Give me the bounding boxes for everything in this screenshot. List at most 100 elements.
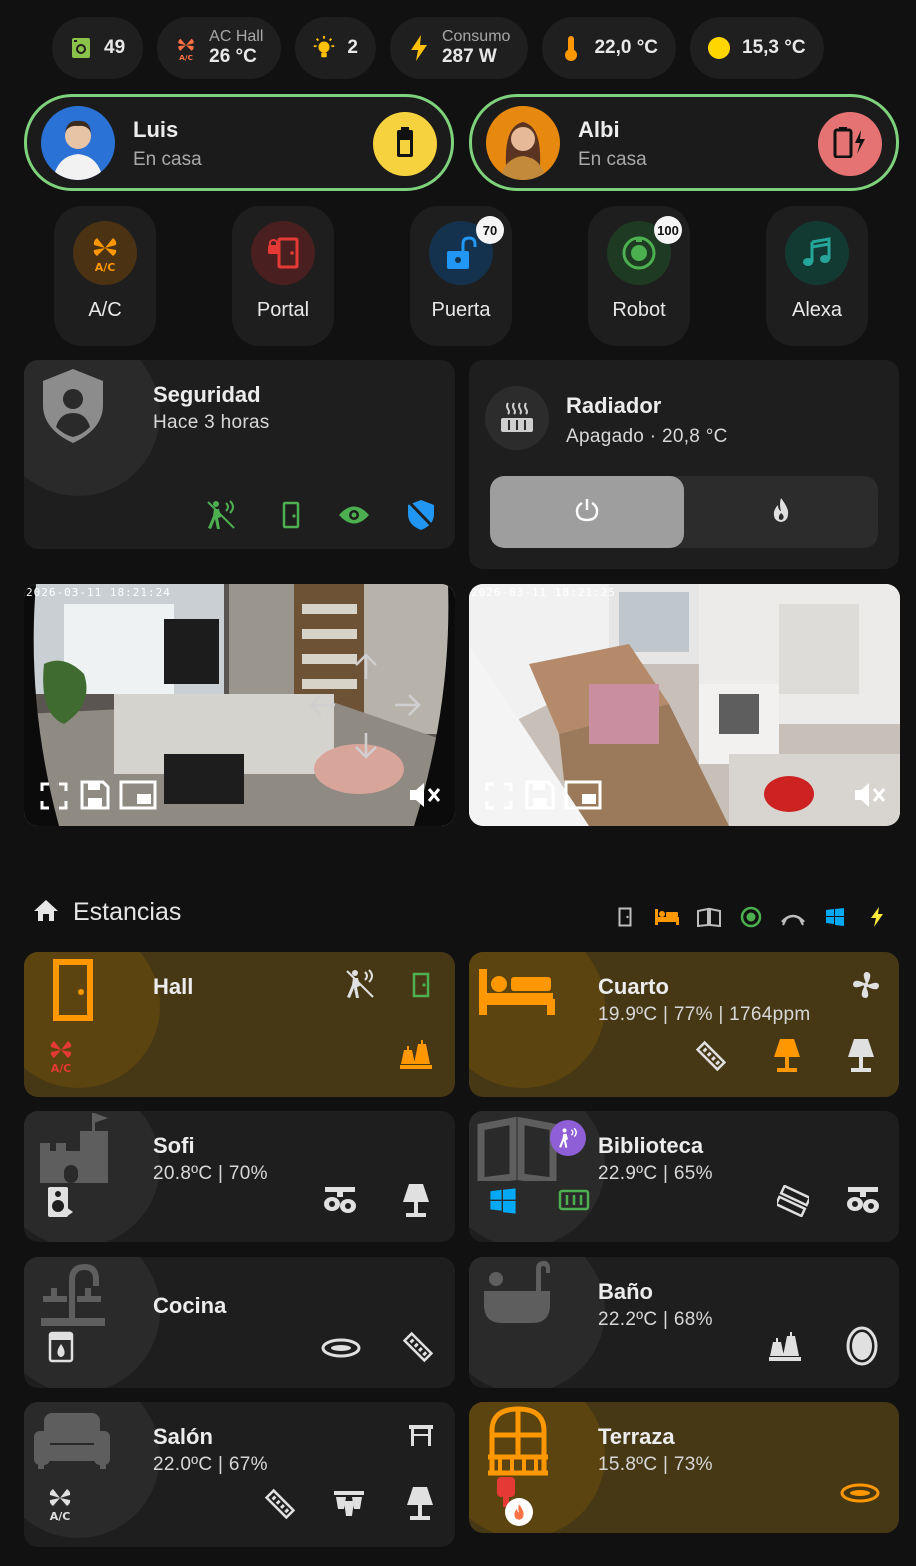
arrow-down-icon[interactable] — [349, 728, 383, 762]
lightning-icon[interactable] — [864, 904, 890, 930]
save-snapshot-icon[interactable] — [78, 778, 112, 812]
quick-button-puerta[interactable]: 70 Puerta — [410, 206, 512, 346]
sun-icon — [706, 35, 732, 61]
room-info: 22.0ºC | 67% — [153, 1454, 268, 1475]
power-chip[interactable]: Consumo 287 W — [389, 17, 529, 79]
windows-icon[interactable] — [822, 904, 848, 930]
room-card-biblioteca[interactable]: Biblioteca 22.9ºC | 65% — [469, 1111, 899, 1242]
outdoor-temp-chip[interactable]: 15,3 °C — [690, 17, 824, 79]
lamp-icon[interactable] — [843, 1036, 879, 1074]
motion-sensor-icon[interactable] — [204, 498, 238, 532]
dishwasher-icon[interactable] — [46, 1329, 76, 1365]
room-card-sofi[interactable]: Sofi 20.8ºC | 70% — [24, 1111, 455, 1242]
room-card-terraza[interactable]: Terraza 15.8ºC | 73% — [469, 1402, 899, 1533]
quick-label: A/C — [88, 299, 122, 321]
security-title: Seguridad — [153, 382, 261, 407]
lamp-icon[interactable] — [769, 1036, 805, 1074]
save-snapshot-icon[interactable] — [523, 778, 557, 812]
bed-icon[interactable] — [654, 904, 680, 930]
door-icon — [50, 958, 96, 1022]
room-info: 22.9ºC | 65% — [598, 1163, 713, 1184]
led-strip-icon[interactable] — [693, 1038, 729, 1074]
castle-icon — [36, 1111, 112, 1183]
quick-label: Robot — [612, 299, 666, 321]
avatar-albi — [486, 105, 560, 180]
picture-in-picture-icon[interactable] — [118, 778, 158, 812]
power-icon — [574, 497, 600, 528]
door-sensor-icon[interactable] — [274, 498, 308, 532]
ac-chip[interactable]: A/C AC Hall 26 °C — [157, 17, 282, 79]
radiator-icon[interactable] — [557, 1185, 591, 1215]
power-value: 287 W — [441, 46, 497, 67]
fullscreen-icon[interactable] — [483, 780, 515, 812]
led-strip-icon[interactable] — [262, 1486, 298, 1522]
arrow-up-icon[interactable] — [349, 650, 383, 684]
sleep-icon[interactable] — [780, 904, 806, 930]
book-open-icon[interactable] — [696, 904, 722, 930]
mute-icon[interactable] — [407, 778, 443, 812]
ac-label: AC Hall — [209, 28, 264, 45]
power-off-button[interactable] — [490, 476, 684, 548]
led-strip-icon[interactable] — [775, 1183, 811, 1219]
security-card[interactable]: Seguridad Hace 3 horas — [24, 360, 455, 549]
spotlight-icon[interactable] — [843, 1183, 883, 1219]
led-strip-icon[interactable] — [400, 1329, 436, 1365]
windows-icon[interactable] — [487, 1185, 519, 1217]
room-card-salon[interactable]: Salón 22.0ºC | 67% A/C — [24, 1402, 455, 1547]
camera-view-living[interactable]: 2026-03-11 18:21:24 — [24, 584, 455, 826]
eye-icon[interactable] — [337, 498, 371, 532]
quick-button-portal[interactable]: Portal — [232, 206, 334, 346]
spotlight-group-icon[interactable] — [330, 1486, 368, 1522]
spotlight-icon[interactable] — [320, 1183, 360, 1219]
room-info: 22.2ºC | 68% — [598, 1309, 713, 1330]
home-icon — [33, 898, 59, 927]
room-card-hall[interactable]: Hall A/C — [24, 952, 455, 1097]
door-icon[interactable] — [612, 904, 638, 930]
shield-off-icon[interactable] — [404, 498, 438, 532]
lights-chip[interactable]: 2 — [295, 17, 376, 79]
heat-mode-button[interactable] — [684, 476, 878, 548]
quick-label: Alexa — [791, 299, 843, 321]
door-sensor-icon[interactable] — [406, 970, 436, 1000]
mirror-icon[interactable] — [843, 1325, 881, 1367]
fan-icon[interactable] — [849, 968, 883, 1002]
battery-charging-button[interactable] — [818, 112, 882, 176]
washer-chip[interactable]: 49 — [52, 17, 144, 79]
picture-in-picture-icon[interactable] — [563, 778, 603, 812]
robot-vacuum-icon[interactable] — [738, 904, 764, 930]
arrow-right-icon[interactable] — [390, 688, 424, 722]
lamp-icon[interactable] — [402, 1484, 438, 1522]
lamp-pair-icon[interactable] — [396, 1038, 436, 1072]
room-card-cuarto[interactable]: Cuarto 19.9ºC | 77% | 1764ppm — [469, 952, 899, 1097]
faucet-icon — [38, 1259, 108, 1329]
quick-button-ac[interactable]: A/C A/C — [54, 206, 156, 346]
ac-icon[interactable]: A/C — [42, 1484, 78, 1524]
washer-value: 49 — [104, 37, 126, 58]
camera-view-bedroom[interactable]: 2026-03-11 18:21:25 — [469, 584, 900, 826]
indoor-temp-chip[interactable]: 22,0 °C — [542, 17, 677, 79]
person-card-luis[interactable]: Luis En casa — [24, 94, 454, 191]
ceiling-light-icon[interactable] — [839, 1478, 881, 1508]
quick-label: Portal — [256, 299, 310, 321]
table-icon[interactable] — [406, 1420, 436, 1450]
fullscreen-icon[interactable] — [38, 780, 70, 812]
ceiling-light-icon[interactable] — [320, 1333, 362, 1363]
lamp-icon[interactable] — [398, 1181, 434, 1219]
person-card-albi[interactable]: Albi En casa — [469, 94, 899, 191]
room-name: Sofi — [153, 1133, 195, 1158]
radiator-card[interactable]: Radiador Apagado · 20,8 °C — [469, 360, 899, 569]
speaker-icon[interactable] — [44, 1183, 76, 1221]
quick-button-robot[interactable]: 100 Robot — [588, 206, 690, 346]
mute-icon[interactable] — [852, 778, 888, 812]
lamp-pair-icon[interactable] — [765, 1329, 805, 1365]
battery-button[interactable] — [373, 112, 437, 176]
camera-timestamp: 2026-03-11 18:21:25 — [471, 586, 616, 599]
ac-icon[interactable]: A/C — [44, 1036, 78, 1076]
fire-icon — [769, 496, 793, 529]
room-card-cocina[interactable]: Cocina — [24, 1257, 455, 1388]
motion-sensor-icon[interactable] — [342, 966, 378, 1002]
room-card-bano[interactable]: Baño 22.2ºC | 68% — [469, 1257, 899, 1388]
quick-button-alexa[interactable]: Alexa — [766, 206, 868, 346]
door-lock-icon — [251, 221, 315, 285]
arrow-left-icon[interactable] — [306, 688, 340, 722]
